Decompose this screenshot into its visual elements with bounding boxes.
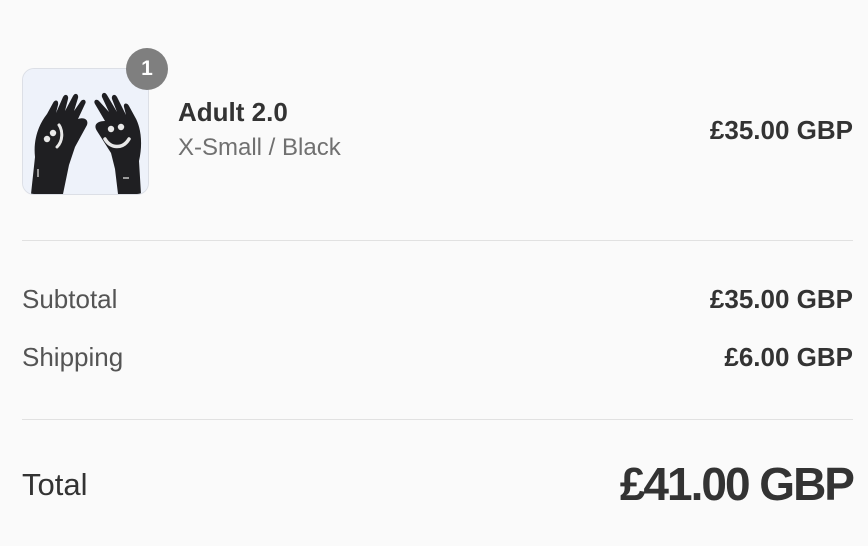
product-price: £35.00 GBP (709, 115, 853, 145)
divider (22, 240, 853, 241)
shipping-row: Shipping £6.00 GBP (22, 342, 853, 378)
total-label: Total (22, 467, 88, 502)
shipping-label: Shipping (22, 342, 124, 372)
shipping-value: £6.00 GBP (724, 342, 853, 372)
product-image (22, 68, 149, 195)
subtotal-value: £35.00 GBP (709, 284, 853, 314)
subtotal-row: Subtotal £35.00 GBP (22, 284, 853, 320)
product-name: Adult 2.0 (178, 97, 288, 127)
total-value: £41.00 GBP (619, 458, 855, 510)
divider (22, 419, 853, 420)
product-variant: X-Small / Black (178, 134, 341, 161)
order-summary: 1 Adult 2.0 X-Small / Black £35.00 GBP S… (0, 0, 868, 546)
quantity-badge: 1 (126, 48, 168, 90)
total-row: Total £41.00 GBP (22, 455, 855, 515)
subtotal-label: Subtotal (22, 284, 118, 314)
product-thumbnail: 1 (22, 48, 168, 195)
line-item: 1 Adult 2.0 X-Small / Black £35.00 GBP (22, 48, 853, 195)
gloves-product-image (23, 69, 148, 194)
